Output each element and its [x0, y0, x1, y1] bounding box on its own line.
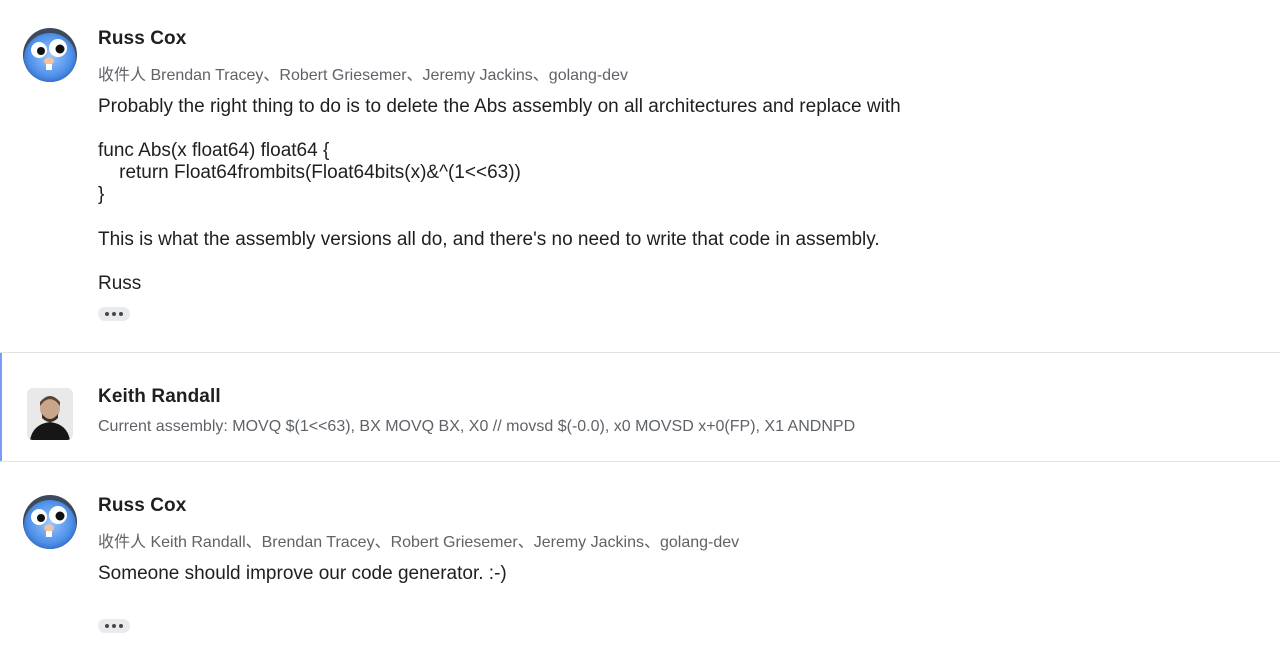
recipients-line[interactable]: 收件人 Keith Randall、Brendan Tracey、Robert …: [98, 528, 739, 552]
message-body-line: Probably the right thing to do is to del…: [98, 96, 901, 117]
recipients-line[interactable]: 收件人 Brendan Tracey、Robert Griesemer、Jere…: [98, 61, 628, 85]
person-photo-avatar[interactable]: [27, 388, 73, 440]
sender-name[interactable]: Keith Randall: [98, 386, 221, 408]
sender-name[interactable]: Russ Cox: [98, 28, 186, 50]
message-expanded: Russ Cox 收件人 Keith Randall、Brendan Trace…: [0, 462, 1280, 664]
ellipsis-icon: [105, 312, 109, 316]
gopher-avatar-icon[interactable]: [23, 28, 77, 82]
code-line: func Abs(x float64) float64 {: [98, 140, 330, 161]
message-body-line: This is what the assembly versions all d…: [98, 229, 880, 250]
signature: Russ: [98, 273, 142, 294]
show-trimmed-content-button[interactable]: [98, 307, 130, 321]
message-expanded: Russ Cox 收件人 Brendan Tracey、Robert Gries…: [0, 0, 1280, 352]
show-trimmed-content-button[interactable]: [98, 619, 130, 633]
code-line: }: [98, 184, 105, 205]
gopher-avatar-icon[interactable]: [23, 495, 77, 549]
message-body-line: Someone should improve our code generato…: [98, 563, 507, 584]
message-snippet: Current assembly: MOVQ $(1<<63), BX MOVQ…: [98, 418, 856, 435]
email-thread: Russ Cox 收件人 Brendan Tracey、Robert Gries…: [0, 0, 1280, 664]
code-line: return Float64frombits(Float64bits(x)&^(…: [98, 162, 521, 183]
message-collapsed[interactable]: Keith Randall Current assembly: MOVQ $(1…: [0, 353, 1280, 461]
sender-name[interactable]: Russ Cox: [98, 495, 186, 517]
ellipsis-icon: [105, 624, 109, 628]
